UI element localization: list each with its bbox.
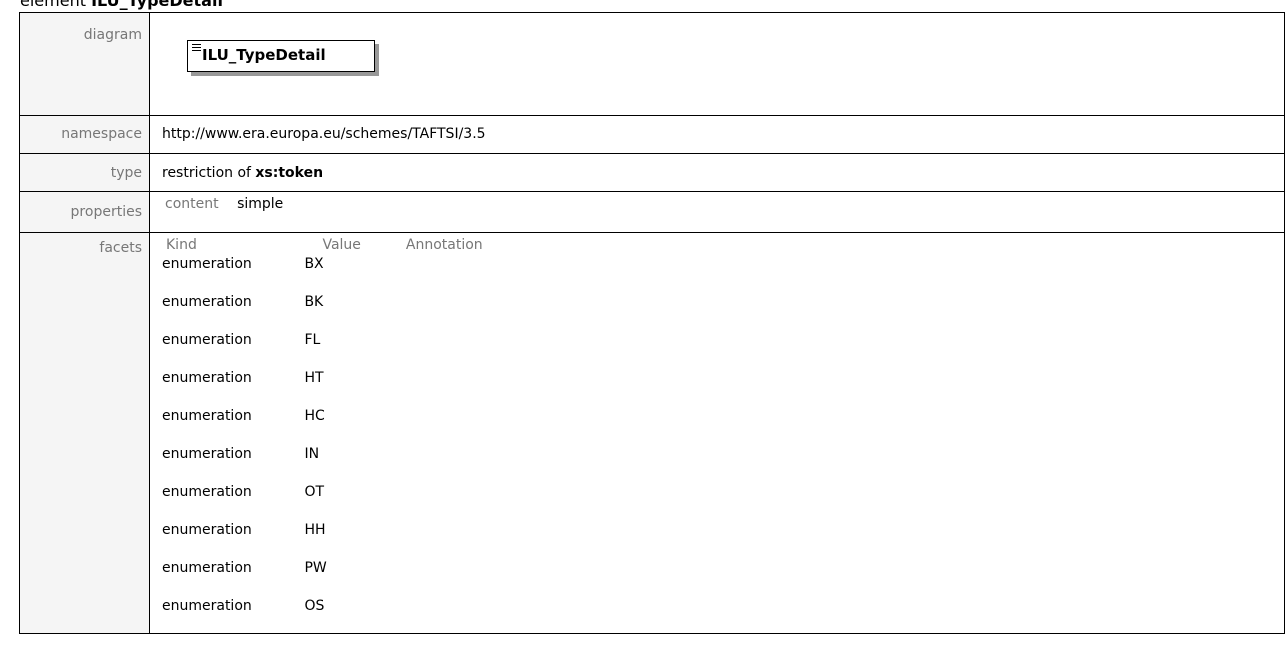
diagram-row: diagram ILU_TypeDetail bbox=[19, 12, 1285, 116]
facet-row: enumeration HT bbox=[162, 367, 1284, 405]
type-row: type restriction of xs:token bbox=[19, 153, 1285, 192]
facet-kind: enumeration bbox=[162, 294, 252, 310]
facet-value: BK bbox=[304, 294, 324, 310]
diagram-label: diagram bbox=[19, 12, 150, 116]
type-value: restriction of xs:token bbox=[149, 153, 1285, 192]
facets-row: facets Kind Value Annotation enumeration… bbox=[19, 232, 1285, 634]
type-label: type bbox=[19, 153, 150, 192]
element-header: element ILU_TypeDetail bbox=[20, 0, 223, 12]
facets-col-value: Value bbox=[322, 237, 361, 253]
facet-row: enumeration BX bbox=[162, 253, 1284, 291]
facet-kind: enumeration bbox=[162, 256, 252, 272]
facet-row: enumeration FL bbox=[162, 329, 1284, 367]
facet-row: enumeration HH bbox=[162, 519, 1284, 557]
type-prefix: restriction of bbox=[162, 165, 251, 181]
page: element ILU_TypeDetail diagram ILU_TypeD… bbox=[0, 0, 1287, 648]
facet-value: PW bbox=[304, 560, 327, 576]
facet-value: OT bbox=[304, 484, 325, 500]
facet-kind: enumeration bbox=[162, 484, 252, 500]
facet-kind: enumeration bbox=[162, 446, 252, 462]
facets-header: Kind Value Annotation bbox=[162, 237, 1284, 253]
facets-label: facets bbox=[19, 232, 150, 634]
element-doc-table: diagram ILU_TypeDetail namespace http://… bbox=[19, 12, 1285, 634]
namespace-label: namespace bbox=[19, 115, 150, 154]
header-element-name: ILU_TypeDetail bbox=[91, 0, 223, 10]
facet-kind: enumeration bbox=[162, 598, 252, 614]
facet-value: HC bbox=[304, 408, 325, 424]
facet-kind: enumeration bbox=[162, 332, 252, 348]
namespace-value: http://www.era.europa.eu/schemes/TAFTSI/… bbox=[149, 115, 1285, 154]
diagram-cell: ILU_TypeDetail bbox=[149, 12, 1285, 116]
type-base-link[interactable]: xs:token bbox=[255, 165, 323, 181]
facets-col-kind: Kind bbox=[166, 237, 197, 253]
facet-row: enumeration OT bbox=[162, 481, 1284, 519]
facet-value: OS bbox=[304, 598, 325, 614]
facets-col-annotation: Annotation bbox=[405, 237, 483, 253]
diagram-element-name: ILU_TypeDetail bbox=[202, 46, 326, 64]
facet-value: FL bbox=[304, 332, 321, 348]
namespace-row: namespace http://www.era.europa.eu/schem… bbox=[19, 115, 1285, 154]
facet-value: BX bbox=[304, 256, 324, 272]
facets-value: Kind Value Annotation enumeration BX enu… bbox=[149, 232, 1285, 634]
facet-kind: enumeration bbox=[162, 560, 252, 576]
facet-kind: enumeration bbox=[162, 370, 252, 386]
diagram-element-box[interactable]: ILU_TypeDetail bbox=[187, 40, 375, 72]
facet-value: HH bbox=[304, 522, 326, 538]
facet-row: enumeration HC bbox=[162, 405, 1284, 443]
facet-value: IN bbox=[304, 446, 320, 462]
property-value: simple bbox=[237, 196, 284, 212]
facet-row: enumeration OS bbox=[162, 595, 1284, 633]
property-line: content simple bbox=[162, 196, 1284, 212]
element-lines-icon bbox=[192, 44, 201, 53]
facet-row: enumeration IN bbox=[162, 443, 1284, 481]
header-prefix: element bbox=[20, 0, 86, 10]
facet-value: HT bbox=[304, 370, 324, 386]
property-key: content bbox=[165, 196, 219, 212]
facet-row: enumeration PW bbox=[162, 557, 1284, 595]
properties-label: properties bbox=[19, 191, 150, 233]
facet-kind: enumeration bbox=[162, 522, 252, 538]
facet-kind: enumeration bbox=[162, 408, 252, 424]
properties-row: properties content simple bbox=[19, 191, 1285, 233]
properties-value: content simple bbox=[149, 191, 1285, 233]
facet-row: enumeration BK bbox=[162, 291, 1284, 329]
